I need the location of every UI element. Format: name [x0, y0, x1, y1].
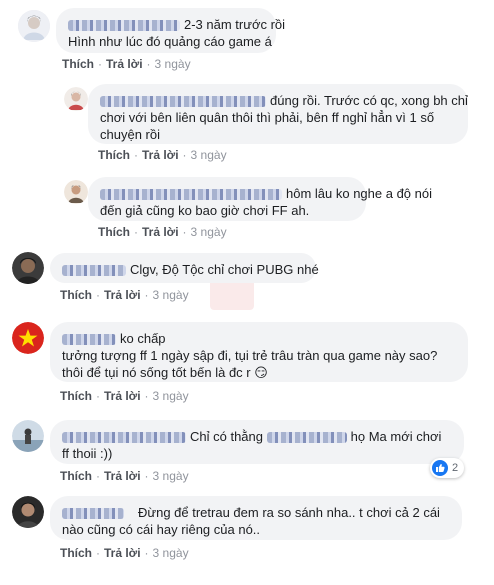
avatar[interactable]	[18, 10, 50, 42]
like-link[interactable]: Thích	[60, 389, 92, 403]
like-link[interactable]: Thích	[62, 57, 94, 71]
comment-text: Hình như lúc đó quảng cáo game á	[68, 34, 272, 49]
comment-text: thôi để tụi nó sống tốt bến là đc r 😏	[62, 365, 268, 380]
commenter-name[interactable]	[62, 265, 126, 277]
commenter-name[interactable]	[62, 508, 124, 520]
comment-text: ko chấp	[120, 331, 166, 346]
comment-time[interactable]: 3 ngày	[191, 148, 227, 162]
comment-time[interactable]: 3 ngày	[155, 57, 191, 71]
separator-dot: ·	[96, 546, 100, 560]
separator-dot: ·	[182, 225, 187, 239]
comment-text: Đừng để tretrau đem ra so sánh nha.. t c…	[138, 505, 440, 520]
comment-text: nào cũng có cái hay riêng của nó..	[62, 522, 261, 537]
comment-text: Chỉ có thằng	[190, 429, 263, 444]
comment-bubble: Đừng để tretrau đem ra so sánh nha.. t c…	[50, 496, 462, 540]
comment-text: tưởng tượng ff 1 ngày sập đi, tụi trẻ tr…	[62, 348, 438, 363]
reaction-count[interactable]: 2	[430, 458, 465, 478]
comment-bubble: Clgv, Độ Tộc chỉ chơi PUBG nhé	[50, 253, 319, 283]
comment-text: đúng rồi. Trước có qc, xong bh chỉ	[270, 93, 468, 108]
separator-dot: ·	[134, 225, 138, 239]
separator-dot: ·	[144, 288, 149, 302]
reply-link[interactable]: Trả lời	[106, 57, 143, 71]
separator-dot: ·	[98, 57, 102, 71]
reply-link[interactable]: Trả lời	[104, 469, 141, 483]
comment-text: họ Ma mới chơi	[350, 429, 442, 444]
comment-time[interactable]: 3 ngày	[191, 225, 227, 239]
like-thumb-icon	[432, 460, 448, 476]
vietnam-flag-avatar[interactable]	[12, 322, 44, 354]
like-link[interactable]: Thích	[60, 288, 92, 302]
reply-link[interactable]: Trả lời	[104, 546, 141, 560]
separator-dot: ·	[144, 389, 149, 403]
reply-link[interactable]: Trả lời	[142, 148, 179, 162]
comment-time[interactable]: 3 ngày	[153, 469, 189, 483]
like-link[interactable]: Thích	[98, 225, 130, 239]
reaction-count-value: 2	[452, 462, 459, 474]
separator-dot: ·	[134, 148, 138, 162]
like-link[interactable]: Thích	[98, 148, 130, 162]
avatar[interactable]	[64, 87, 88, 111]
separator-dot: ·	[96, 469, 100, 483]
reply-link[interactable]: Trả lời	[104, 389, 141, 403]
commenter-name[interactable]	[62, 334, 116, 346]
avatar[interactable]	[12, 420, 44, 452]
commenter-name[interactable]	[100, 96, 266, 108]
separator-dot: ·	[144, 546, 149, 560]
avatar[interactable]	[12, 252, 44, 284]
avatar[interactable]	[64, 180, 88, 204]
separator-dot: ·	[96, 389, 100, 403]
comment-actions: Thích · Trả lời · 3 ngày	[60, 389, 189, 403]
comment-time[interactable]: 3 ngày	[153, 389, 189, 403]
comment-text: Clgv, Độ Tộc chỉ chơi PUBG nhé	[130, 262, 319, 277]
comment-bubble: ko chấp tưởng tượng ff 1 ngày sập đi, tụ…	[50, 322, 468, 382]
comment-actions: Thích · Trả lời · 3 ngày	[62, 57, 191, 71]
reply-link[interactable]: Trả lời	[142, 225, 179, 239]
comment-bubble: Chỉ có thằng họ Ma mới chơi ff thoii :))	[50, 420, 464, 464]
reply-link[interactable]: Trả lời	[104, 288, 141, 302]
separator-dot: ·	[96, 288, 100, 302]
comment-bubble: 2-3 năm trước rồi Hình như lúc đó quảng …	[56, 8, 285, 53]
comment-time[interactable]: 3 ngày	[153, 546, 189, 560]
comment-text: chuyện rồi	[100, 127, 160, 142]
comment-text: 2-3 năm trước rồi	[184, 17, 286, 32]
redacted-text	[266, 432, 347, 444]
separator-dot: ·	[144, 469, 149, 483]
avatar[interactable]	[12, 496, 44, 528]
comment-time[interactable]: 3 ngày	[153, 288, 189, 302]
comment-text: ff thoii :))	[62, 446, 113, 461]
comment-text: hôm lâu ko nghe a độ nói	[286, 186, 432, 201]
commenter-name[interactable]	[100, 189, 282, 201]
comment-actions: Thích · Trả lời · 3 ngày	[98, 225, 227, 239]
like-link[interactable]: Thích	[60, 469, 92, 483]
comment-bubble: đúng rồi. Trước có qc, xong bh chỉ chơi …	[88, 84, 468, 144]
separator-dot: ·	[182, 148, 187, 162]
comment-actions: Thích · Trả lời · 3 ngày	[60, 469, 189, 483]
separator-dot: ·	[146, 57, 151, 71]
commenter-name[interactable]	[62, 432, 186, 444]
like-link[interactable]: Thích	[60, 546, 92, 560]
comment-actions: Thích · Trả lời · 3 ngày	[98, 148, 227, 162]
comment-actions: Thích · Trả lời · 3 ngày	[60, 288, 189, 302]
commenter-name[interactable]	[68, 20, 180, 32]
comment-actions: Thích · Trả lời · 3 ngày	[60, 546, 189, 560]
comment-text: chơi với bên liên quân thôi thì phải, bê…	[100, 110, 435, 125]
comment-bubble: hôm lâu ko nghe a độ nói đến giả cũng ko…	[88, 177, 432, 221]
comment-text: đến giả cũng ko bao giờ chơi FF ah.	[100, 203, 310, 218]
